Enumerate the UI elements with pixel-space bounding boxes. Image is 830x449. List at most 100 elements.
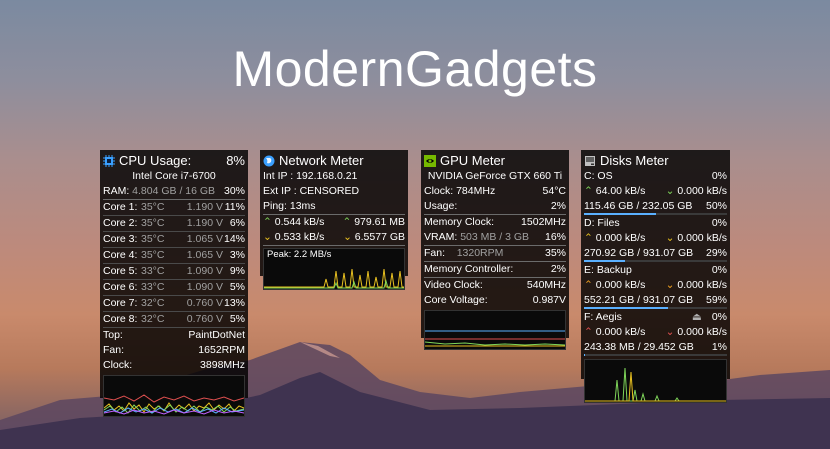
int-ip: Int IP : 192.168.0.21: [263, 170, 358, 182]
eject-icon[interactable]: ⏏: [692, 311, 702, 323]
fan-row: Fan: 1652RPM: [103, 343, 245, 358]
core-temp: 35°C: [141, 249, 165, 261]
core-usage: 11%: [224, 201, 245, 213]
drive-space-row: 115.46 GB / 232.05 GB 50%: [584, 199, 727, 214]
core-temp: 32°C: [141, 297, 165, 309]
core-usage: 14%: [223, 233, 245, 245]
drive-list: C: OS 0% ⌃ 64.00 kB/s ⌄ 0.000 kB/s 115.46 GB…: [584, 169, 727, 356]
arrow-down-icon: ⌄: [665, 279, 675, 291]
drive-usage-bar: [584, 354, 727, 356]
top-label: Top:: [103, 329, 123, 341]
page-title: ModernGadgets: [232, 41, 598, 97]
nvidia-icon: [424, 154, 436, 167]
core-volt-row: Core Voltage: 0.987V: [424, 293, 566, 308]
video-clock-value: 540MHz: [526, 279, 566, 291]
core-name: Core 2:: [103, 217, 138, 229]
mem-ctrl-label: Memory Controller:: [424, 263, 514, 275]
gpu-usage-row: Usage: 2%: [424, 199, 566, 215]
drive-usage-bar: [584, 260, 727, 262]
core-voltage: 1.065 V: [186, 249, 223, 261]
drive-name: D: Files: [584, 217, 620, 229]
cpu-header-label: CPU Usage:: [119, 152, 192, 168]
arrow-up-icon: ⌃: [584, 185, 593, 197]
arrow-down-icon: ⌄: [665, 232, 675, 244]
core-usage: 6%: [229, 217, 245, 229]
drive-usage-fill: [584, 213, 656, 215]
network-gadget[interactable]: Network Meter Int IP : 192.168.0.21 Ext …: [260, 150, 408, 290]
gpu-usage-value: 2%: [550, 200, 566, 212]
core-temp: 32°C: [141, 313, 165, 325]
network-graph: Peak: 2.2 MB/s: [263, 248, 405, 290]
gpu-graph: [424, 310, 566, 350]
vram-value: 503 MB / 3 GB: [460, 231, 530, 243]
drive-block[interactable]: D: Files 0% ⌃ 0.000 kB/s ⌄ 0.000 kB/s 270.92…: [584, 216, 727, 262]
ext-ip: Ext IP : CENSORED: [263, 185, 360, 197]
fan-value: 1652RPM: [198, 344, 245, 356]
clock-value: 3898MHz: [200, 359, 245, 371]
mem-ctrl-row: Memory Controller: 2%: [424, 262, 566, 278]
core-list: Core 1: 35°C 1.190 V 11% Core 2: 35°C 1.190 V6…: [103, 200, 245, 328]
core-name: Core 7:: [103, 297, 138, 309]
drive-name: F: Aegis: [584, 311, 622, 323]
drive-used-pct: 50%: [705, 200, 727, 212]
disk-icon: [585, 155, 595, 166]
core-name: Core 8:: [103, 313, 138, 325]
drive-block[interactable]: E: Backup 0% ⌃ 0.000 kB/s ⌄ 0.000 kB/s 552.2…: [584, 263, 727, 309]
drive-activity: 0%: [712, 216, 727, 231]
core-row: Core 3: 35°C 1.065 V 14%: [103, 232, 245, 248]
ram-label: RAM:: [103, 185, 130, 197]
drive-write: 0.000 kB/s: [677, 232, 727, 244]
drive-block[interactable]: C: OS 0% ⌃ 64.00 kB/s ⌄ 0.000 kB/s 115.46 GB…: [584, 169, 727, 215]
drive-rw-row: ⌃ 0.000 kB/s ⌄ 0.000 kB/s: [584, 325, 727, 340]
cpu-graph: [103, 375, 245, 417]
cpu-chip-icon: [103, 154, 115, 167]
drive-read: 64.00 kB/s: [595, 185, 646, 197]
core-voltage: 0.760 V: [186, 313, 223, 325]
core-voltage: 0.760 V: [186, 297, 223, 309]
core-row: Core 7: 32°C 0.760 V 13%: [103, 296, 245, 312]
core-temp: 35°C: [141, 201, 165, 213]
download-rate: 0.533 kB/s: [274, 231, 325, 243]
network-header-label: Network Meter: [279, 152, 364, 168]
drive-usage-bar: [584, 213, 727, 215]
drive-activity-pct: 0%: [711, 170, 727, 182]
core-row: Core 5: 33°C 1.090 V 9%: [103, 264, 245, 280]
upload-rate: 0.544 kB/s: [274, 216, 325, 228]
core-name: Core 4:: [103, 249, 138, 261]
core-voltage: 1.090 V: [186, 265, 223, 277]
drive-activity: 0%: [712, 263, 727, 278]
core-voltage: 1.065 V: [186, 233, 223, 245]
vram-row: VRAM: 503 MB / 3 GB 16%: [424, 230, 566, 246]
drive-rw-row: ⌃ 0.000 kB/s ⌄ 0.000 kB/s: [584, 278, 727, 293]
gpu-header-label: GPU Meter: [440, 152, 506, 168]
drive-space-row: 270.92 GB / 931.07 GB 29%: [584, 246, 727, 261]
drive-activity: ⏏ 0%: [692, 310, 727, 325]
gpu-fan-pct: 35%: [544, 247, 566, 259]
cpu-gadget[interactable]: CPU Usage: 8% Intel Core i7-6700 RAM: 4.…: [100, 150, 248, 417]
core-row: Core 8: 32°C 0.760 V 5%: [103, 312, 245, 328]
globe-icon: [263, 155, 275, 166]
drive-used-pct: 59%: [705, 294, 727, 306]
disks-gadget[interactable]: Disks Meter C: OS 0% ⌃ 64.00 kB/s ⌄ 0.000 k…: [581, 150, 730, 403]
core-row: Core 6: 33°C 1.090 V 5%: [103, 280, 245, 296]
top-value: PaintDotNet: [188, 329, 245, 341]
arrow-up-icon: ⌃: [263, 216, 272, 228]
drive-rw-row: ⌃ 0.000 kB/s ⌄ 0.000 kB/s: [584, 231, 727, 246]
core-name: Core 6:: [103, 281, 138, 293]
gpu-usage-label: Usage:: [424, 200, 458, 212]
gpu-gadget[interactable]: GPU Meter NVIDIA GeForce GTX 660 Ti Cloc…: [421, 150, 569, 350]
drive-read: 0.000 kB/s: [595, 232, 646, 244]
video-clock-label: Video Clock:: [424, 279, 483, 291]
mem-clock-label: Memory Clock:: [424, 216, 495, 228]
vram-pct: 16%: [544, 231, 566, 243]
drive-name-row: E: Backup 0%: [584, 263, 727, 278]
arrow-down-icon: ⌄: [263, 231, 272, 243]
drive-name-row: C: OS 0%: [584, 169, 727, 184]
top-row: Top: PaintDotNet: [103, 328, 245, 343]
drive-block[interactable]: F: Aegis ⏏ 0% ⌃ 0.000 kB/s ⌄ 0.000 kB/s 243.3…: [584, 310, 727, 356]
gpu-model: NVIDIA GeForce GTX 660 Ti: [427, 170, 563, 182]
core-usage: 3%: [229, 249, 245, 261]
core-volt-value: 0.987V: [532, 294, 566, 306]
drive-usage-bar: [584, 307, 727, 309]
core-row: Core 1: 35°C 1.190 V 11%: [103, 200, 245, 216]
